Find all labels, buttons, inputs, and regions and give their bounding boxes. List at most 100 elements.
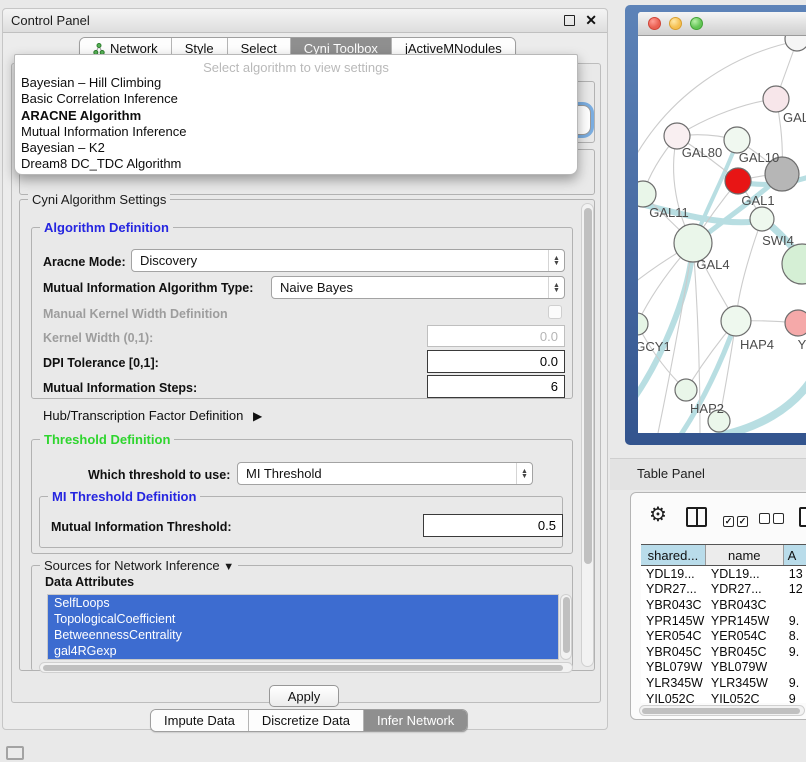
network-node-gcy1[interactable] [638, 313, 648, 335]
network-node-label: GCY1 [638, 339, 671, 354]
close-icon[interactable]: ✕ [585, 12, 597, 29]
dropdown-item[interactable]: Bayesian – K2 [15, 140, 577, 156]
network-node-gal[interactable] [763, 86, 789, 112]
which-threshold-combobox[interactable]: MI Threshold ▲▼ [237, 462, 533, 485]
network-node-swi4[interactable] [750, 207, 774, 231]
check-all-icon[interactable]: ✓✓ [723, 511, 748, 529]
settings-scrollbar-thumb[interactable] [584, 208, 592, 564]
control-panel-titlebar[interactable]: Control Panel ✕ [3, 9, 607, 33]
table-cell: YDR27... [641, 582, 706, 598]
table-row[interactable]: YDL19...YDL19...13 [641, 566, 806, 582]
table-row[interactable]: YBR043CYBR043C [641, 597, 806, 613]
dpi-tolerance-field[interactable]: 0.0 [427, 350, 565, 373]
table-cell [784, 660, 806, 676]
network-graph-canvas[interactable]: GALGAL80GAL10GAL1GAL11SWI4GAL4HAP4YGCY1H… [638, 36, 806, 433]
close-traffic-light-icon[interactable] [648, 17, 661, 30]
collapsed-panel-button[interactable] [6, 746, 24, 760]
tab-infer-network[interactable]: Infer Network [364, 710, 467, 731]
split-columns-icon[interactable] [686, 507, 707, 527]
hub-definition-toggle[interactable]: Hub/Transcription Factor Definition ▶ [43, 408, 262, 423]
dropdown-item[interactable]: Bayesian – Hill Climbing [15, 75, 577, 91]
dropdown-items: Bayesian – Hill ClimbingBasic Correlatio… [15, 75, 577, 173]
table-cell: YDL19... [641, 566, 706, 582]
dropdown-item[interactable]: ARACNE Algorithm [15, 108, 577, 124]
table-cell: 9 [784, 691, 806, 703]
attributes-hscrollbar-thumb[interactable] [43, 665, 563, 671]
network-node-label: GAL10 [739, 150, 779, 165]
table-cell: YIL052C [706, 691, 784, 703]
network-node-label: HAP2 [690, 401, 724, 416]
attributes-hscrollbar[interactable] [39, 662, 573, 673]
network-node-hap4[interactable] [721, 306, 751, 336]
table-row[interactable]: YDR27...YDR27...12 [641, 582, 806, 598]
table-row[interactable]: YIL052CYIL052C9 [641, 691, 806, 703]
tab-label: Infer Network [377, 713, 454, 728]
table-cell: 13 [784, 566, 806, 582]
threshold-definition-title: Threshold Definition [40, 432, 174, 447]
which-threshold-label: Which threshold to use: [88, 468, 230, 482]
table-cell: YIL052C [641, 691, 706, 703]
document-icon[interactable] [799, 507, 806, 527]
network-node[interactable] [782, 244, 806, 284]
network-node-label: GAL11 [649, 205, 689, 220]
table-row[interactable]: YPR145WYPR145W9. [641, 613, 806, 629]
kernel-width-field[interactable]: 0.0 [427, 325, 565, 347]
table-hscrollbar-thumb[interactable] [642, 708, 800, 714]
network-window-titlebar[interactable] [638, 12, 806, 36]
gear-icon[interactable]: ⚙ [649, 502, 667, 527]
sources-title[interactable]: Sources for Network Inference ▼ [40, 558, 238, 573]
dropdown-item[interactable]: Dream8 DC_TDC Algorithm [15, 156, 577, 172]
aracne-mode-combobox[interactable]: Discovery ▲▼ [131, 249, 565, 272]
uncheck-all-icon[interactable] [759, 511, 784, 529]
collapsed-arrow-icon: ▶ [253, 409, 262, 423]
mi-steps-label: Mutual Information Steps: [43, 381, 197, 395]
table-row[interactable]: YBR045CYBR045C9. [641, 644, 806, 660]
table-body: YDL19...YDL19...13YDR27...YDR27...12YBR0… [641, 566, 806, 703]
tab-impute-data[interactable]: Impute Data [151, 710, 249, 731]
network-node-gal1[interactable] [725, 168, 751, 194]
minimize-traffic-light-icon[interactable] [669, 17, 682, 30]
mi-steps-field[interactable]: 6 [427, 375, 565, 398]
column-header[interactable]: shared... [641, 545, 706, 565]
table-cell: YBL079W [706, 660, 784, 676]
manual-kernel-width-checkbox[interactable] [548, 305, 562, 319]
mi-algorithm-type-value: Naive Bayes [280, 280, 353, 295]
attribute-list-item[interactable]: BetweennessCentrality [48, 627, 558, 643]
column-header[interactable]: A [784, 545, 806, 565]
attribute-list-item[interactable]: TopologicalCoefficient [48, 611, 558, 627]
table-row[interactable]: YLR345WYLR345W9. [641, 675, 806, 691]
float-window-icon[interactable] [564, 15, 575, 26]
apply-button[interactable]: Apply [269, 685, 339, 707]
column-header[interactable]: name [706, 545, 784, 565]
network-node-gal11[interactable] [638, 181, 656, 207]
cyni-algorithm-settings-title: Cyni Algorithm Settings [28, 192, 170, 207]
table-cell: YLR345W [706, 675, 784, 691]
mi-threshold-field[interactable]: 0.5 [423, 514, 563, 537]
settings-scrollbar[interactable] [581, 203, 594, 667]
table-cell: YBR045C [641, 644, 706, 660]
zoom-traffic-light-icon[interactable] [690, 17, 703, 30]
mi-algorithm-type-combobox[interactable]: Naive Bayes ▲▼ [271, 276, 565, 299]
network-node-label: GAL [783, 110, 806, 125]
network-node-y[interactable] [785, 310, 806, 336]
table-cell: 9. [784, 613, 806, 629]
data-attributes-list[interactable]: SelfLoopsTopologicalCoefficientBetweenne… [47, 594, 559, 660]
control-panel-title: Control Panel [11, 13, 90, 28]
table-row[interactable]: YBL079WYBL079W [641, 660, 806, 676]
table-hscrollbar[interactable] [639, 705, 805, 716]
network-node-hap2[interactable] [675, 379, 697, 401]
attribute-list-item[interactable]: gal4RGexp [48, 643, 558, 659]
tab-discretize-data[interactable]: Discretize Data [249, 710, 364, 731]
attributes-scrollbar-thumb[interactable] [563, 597, 570, 653]
table-row[interactable]: YER054CYER054C8. [641, 628, 806, 644]
attributes-scrollbar[interactable] [560, 594, 572, 660]
network-icon [93, 43, 105, 55]
table-cell: 9. [784, 644, 806, 660]
attribute-list-item[interactable]: SelfLoops [48, 595, 558, 611]
dropdown-item[interactable]: Mutual Information Inference [15, 124, 577, 140]
table-cell: 9. [784, 675, 806, 691]
network-node[interactable] [785, 36, 806, 51]
table-cell: YLR345W [641, 675, 706, 691]
table-panel-card: ⚙ ✓✓ shared... name A YDL19...YDL19...13… [630, 492, 806, 720]
dropdown-item[interactable]: Basic Correlation Inference [15, 91, 577, 107]
